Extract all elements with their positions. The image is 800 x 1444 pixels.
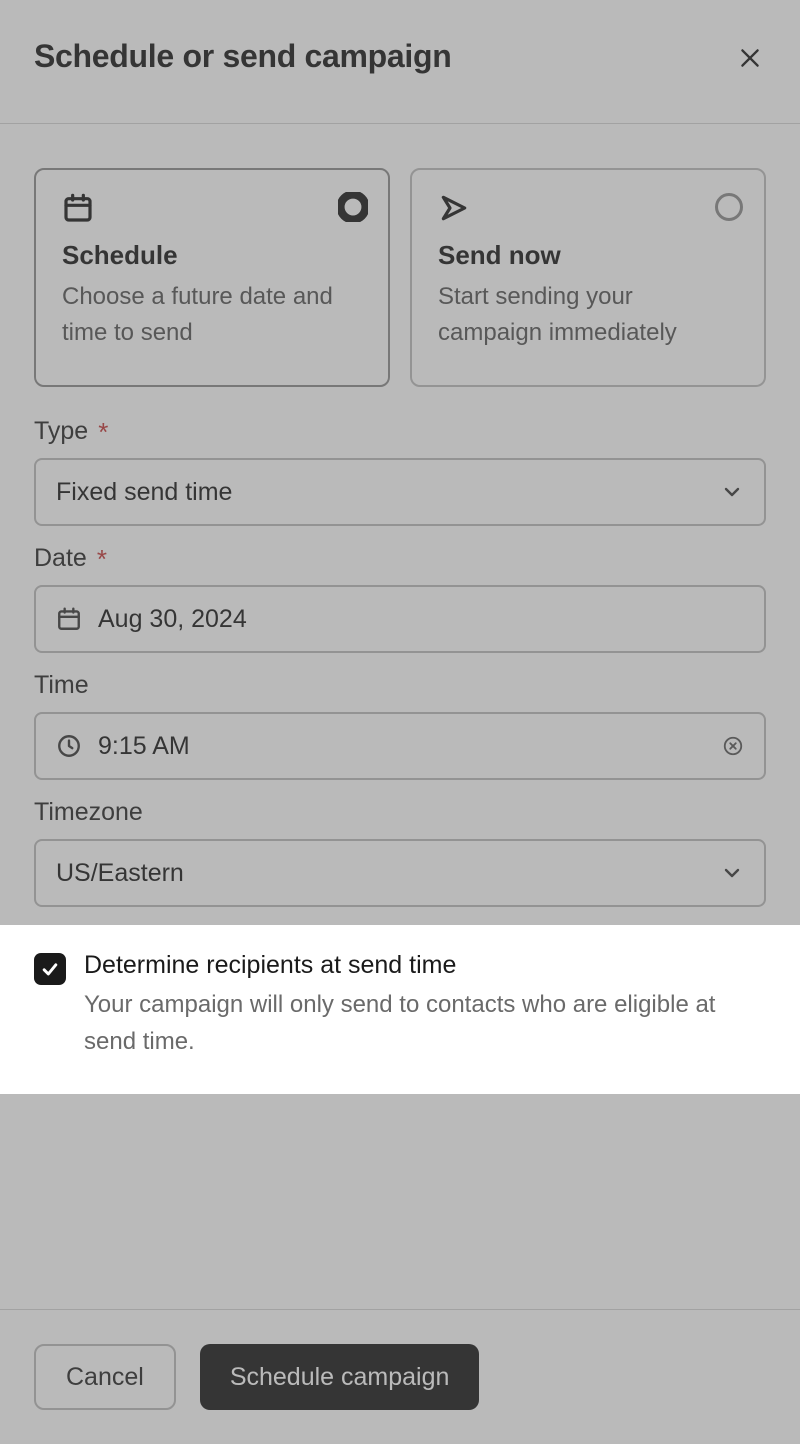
- option-sendnow-desc: Start sending your campaign immediately: [438, 279, 738, 351]
- time-input[interactable]: 9:15 AM: [34, 712, 766, 780]
- label-text: Type: [34, 417, 88, 446]
- date-value: Aug 30, 2024: [98, 605, 744, 634]
- option-send-now[interactable]: Send now Start sending your campaign imm…: [410, 168, 766, 387]
- field-type: Type * Fixed send time: [34, 417, 766, 526]
- field-time-label: Time: [34, 671, 766, 700]
- field-date: Date * Aug 30, 2024: [34, 544, 766, 653]
- close-button[interactable]: [734, 42, 766, 74]
- option-sendnow-title: Send now: [438, 240, 738, 271]
- clear-icon: [722, 735, 744, 757]
- field-date-label: Date *: [34, 544, 766, 573]
- timezone-select[interactable]: US/Eastern: [34, 839, 766, 907]
- clear-button[interactable]: [722, 735, 744, 757]
- field-type-label: Type *: [34, 417, 766, 446]
- required-asterisk: *: [98, 419, 108, 445]
- schedule-campaign-button[interactable]: Schedule campaign: [200, 1344, 480, 1410]
- radio-unselected-icon: [714, 192, 742, 220]
- checkbox-label: Determine recipients at send time: [84, 951, 766, 980]
- label-text: Date: [34, 544, 87, 573]
- checkbox-text: Determine recipients at send time Your c…: [84, 951, 766, 1060]
- field-time: Time 9:15 AM: [34, 671, 766, 780]
- calendar-icon: [56, 606, 82, 632]
- field-timezone: Timezone US/Eastern: [34, 798, 766, 907]
- field-timezone-label: Timezone: [34, 798, 766, 827]
- close-icon: [737, 45, 763, 71]
- timezone-value: US/Eastern: [56, 859, 704, 888]
- clock-icon: [56, 733, 82, 759]
- cancel-button[interactable]: Cancel: [34, 1344, 176, 1410]
- checkbox-help: Your campaign will only send to contacts…: [84, 986, 766, 1060]
- date-input[interactable]: Aug 30, 2024: [34, 585, 766, 653]
- dialog-footer: Cancel Schedule campaign: [0, 1309, 800, 1444]
- dialog-header: Schedule or send campaign: [0, 0, 800, 124]
- option-schedule[interactable]: Schedule Choose a future date and time t…: [34, 168, 390, 387]
- label-text: Time: [34, 671, 89, 700]
- radio-selected-icon: [338, 192, 366, 220]
- option-schedule-title: Schedule: [62, 240, 362, 271]
- required-asterisk: *: [97, 546, 107, 572]
- calendar-icon: [62, 192, 94, 224]
- schedule-dialog: Schedule or send campaign Schedule Choos…: [0, 0, 800, 1444]
- check-icon: [40, 959, 60, 979]
- chevron-down-icon: [720, 480, 744, 504]
- label-text: Timezone: [34, 798, 143, 827]
- type-select[interactable]: Fixed send time: [34, 458, 766, 526]
- type-value: Fixed send time: [56, 478, 704, 507]
- time-value: 9:15 AM: [98, 732, 706, 761]
- determine-recipients-row: Determine recipients at send time Your c…: [0, 925, 800, 1094]
- dialog-title: Schedule or send campaign: [34, 38, 452, 75]
- option-schedule-desc: Choose a future date and time to send: [62, 279, 362, 351]
- chevron-down-icon: [720, 861, 744, 885]
- determine-recipients-checkbox[interactable]: [34, 953, 66, 985]
- send-icon: [438, 192, 470, 224]
- spacer: [0, 1094, 800, 1309]
- dialog-body: Schedule Choose a future date and time t…: [0, 124, 800, 925]
- send-mode-options: Schedule Choose a future date and time t…: [34, 168, 766, 387]
